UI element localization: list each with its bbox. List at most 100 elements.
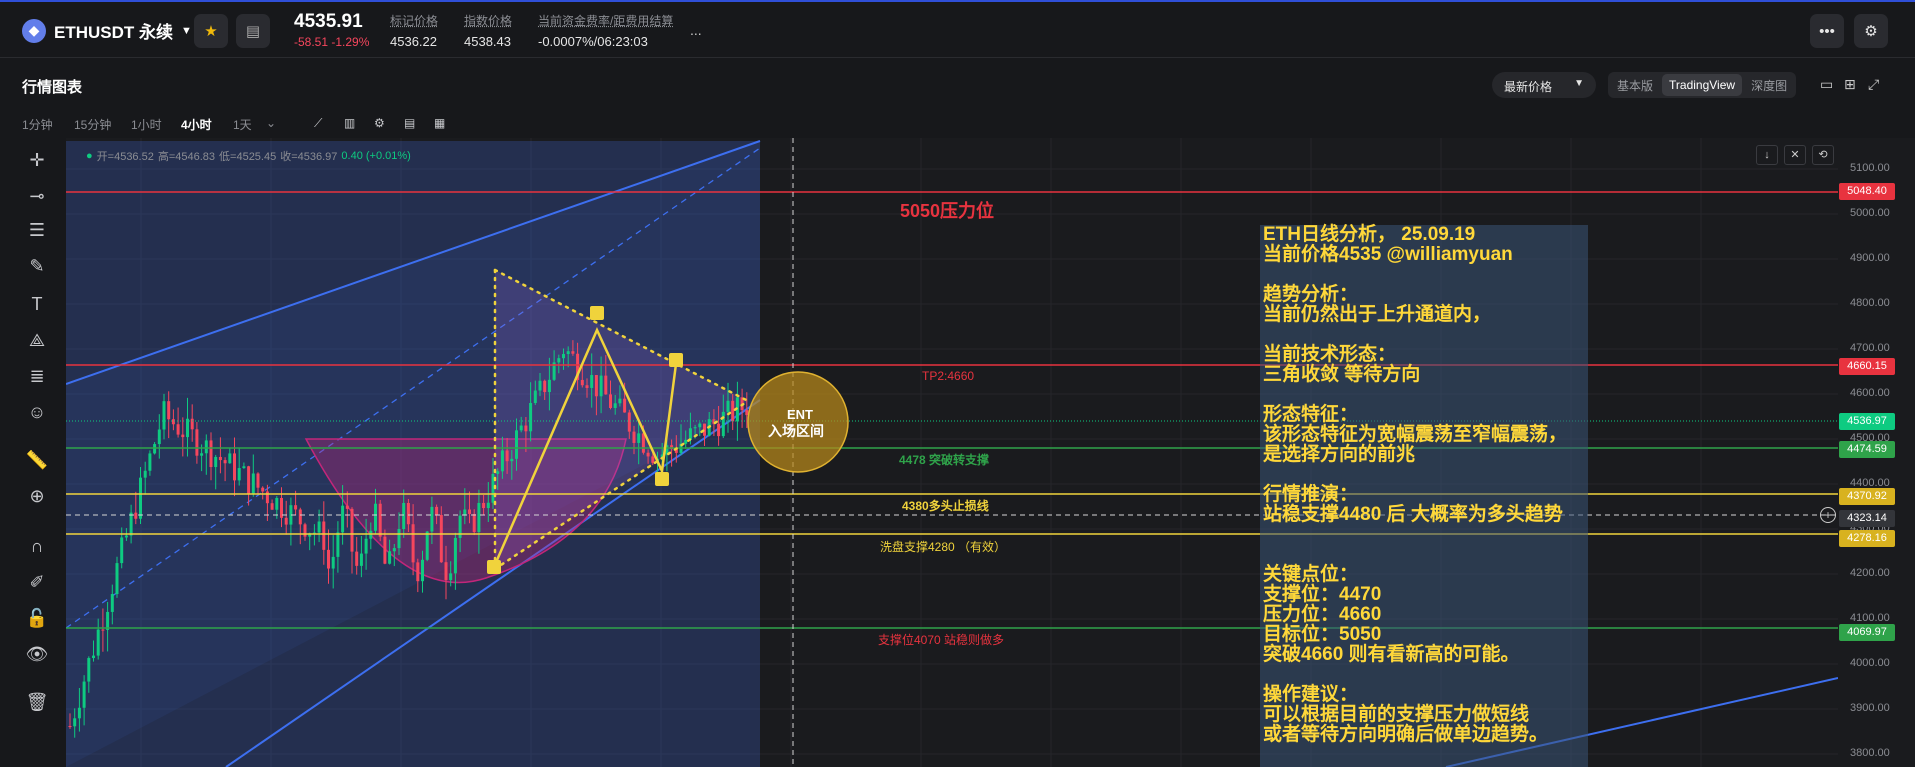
- analysis-line: 是选择方向的前兆: [1263, 444, 1416, 465]
- settings-button[interactable]: ⚙: [1854, 14, 1888, 48]
- price-tick: 4800.00: [1850, 297, 1890, 309]
- candle-body: [594, 375, 598, 397]
- horizontal-line-icon[interactable]: ⊸: [22, 186, 52, 210]
- label-shakeout-4280[interactable]: 洗盘支撑4280 （有效）: [880, 538, 1006, 555]
- analysis-line: [1260, 525, 1588, 545]
- pencil-lock-icon[interactable]: ✐: [22, 572, 52, 596]
- candle-body: [510, 458, 514, 462]
- label-stop-4380[interactable]: 4380多头止损线: [902, 497, 989, 514]
- analysis-lines: ETH日线分析， 25.09.19 当前价格4535 @williamyuan 趋…: [1260, 225, 1588, 745]
- candle-type-icon[interactable]: ▥: [344, 116, 355, 130]
- trash-icon[interactable]: 🗑: [22, 692, 52, 716]
- eye-icon[interactable]: 👁: [22, 644, 52, 668]
- tf-1d[interactable]: 1天: [233, 116, 252, 133]
- analysis-note-box[interactable]: ETH日线分析， 25.09.19 当前价格4535 @williamyuan 趋…: [1260, 225, 1588, 767]
- info-button[interactable]: ▤: [236, 14, 270, 48]
- candle-body: [181, 434, 185, 438]
- candle-body: [294, 505, 298, 510]
- candle-body: [496, 471, 500, 474]
- price-type-select[interactable]: 最新价格 ▼: [1492, 72, 1596, 98]
- brush-icon[interactable]: ✎: [22, 256, 52, 280]
- point-a[interactable]: [487, 560, 501, 574]
- label-support-4070[interactable]: 支撑位4070 站稳则做多: [878, 631, 1004, 648]
- candle-body: [200, 453, 204, 456]
- emoji-icon[interactable]: ☺: [22, 402, 52, 426]
- lock-icon[interactable]: 🔓: [22, 608, 52, 632]
- candle-body: [421, 559, 424, 582]
- candle-body: [566, 351, 570, 355]
- candle-body: [143, 470, 147, 478]
- point-d[interactable]: [669, 353, 683, 367]
- tf-15m[interactable]: 15分钟: [74, 116, 111, 133]
- calendar-icon[interactable]: ▦: [434, 116, 445, 130]
- candle-body: [157, 429, 161, 445]
- ruler-icon[interactable]: 📏: [22, 450, 52, 474]
- candle-body: [505, 450, 509, 462]
- crosshair-icon[interactable]: ✛: [22, 150, 52, 174]
- candle-body: [129, 512, 133, 536]
- candle-body: [82, 681, 86, 708]
- candle-body: [73, 718, 77, 727]
- candle-body: [167, 401, 171, 420]
- candle-body: [472, 513, 476, 533]
- candle-body: [134, 512, 138, 519]
- legend-eye-icon[interactable]: ●: [86, 150, 93, 162]
- magnet-icon[interactable]: ∩: [22, 536, 52, 560]
- tf-1h[interactable]: 1小时: [131, 116, 162, 133]
- candle-body: [101, 629, 105, 631]
- indicator-icon[interactable]: ⟋: [314, 116, 322, 131]
- candle-body: [604, 375, 608, 395]
- analysis-line: 操作建议：: [1263, 684, 1359, 705]
- candle-body: [275, 497, 279, 510]
- collapse-icon[interactable]: ✕: [1784, 145, 1806, 165]
- channel-tool-icon[interactable]: ☰: [22, 220, 52, 244]
- label-resistance-5050[interactable]: 5050压力位: [900, 197, 994, 223]
- candle-body: [411, 524, 415, 563]
- price-change: -58.51 -1.29%: [294, 35, 370, 49]
- candle-body: [580, 379, 584, 386]
- candle-body: [77, 707, 81, 719]
- candle-body: [397, 529, 401, 549]
- analysis-line: [1260, 325, 1588, 345]
- price-label: 4069.97: [1839, 623, 1895, 641]
- pattern-tool-icon[interactable]: ⟁: [22, 330, 52, 354]
- fib-tool-icon[interactable]: ≣: [22, 366, 52, 390]
- analysis-line: 关键点位：: [1263, 564, 1359, 585]
- favorite-button[interactable]: ★: [194, 14, 228, 48]
- timeframe-dropdown-icon[interactable]: ⌄: [266, 116, 276, 130]
- fullscreen-icon[interactable]: ⤢: [1868, 76, 1879, 93]
- tf-4h[interactable]: 4小时: [181, 116, 212, 133]
- zoom-in-icon[interactable]: ⊕: [22, 486, 52, 510]
- tab-depth[interactable]: 深度图: [1744, 73, 1794, 98]
- candle-body: [416, 562, 420, 582]
- point-c[interactable]: [655, 472, 669, 486]
- symbol-selector[interactable]: ◆ ETHUSDT 永续 ▼: [22, 18, 192, 43]
- candle-body: [331, 556, 335, 569]
- tf-1m[interactable]: 1分钟: [22, 116, 53, 133]
- candle-body: [590, 375, 594, 388]
- tab-basic[interactable]: 基本版: [1610, 73, 1660, 98]
- add-alert-icon[interactable]: +: [1820, 507, 1836, 523]
- candle-body: [688, 428, 692, 440]
- candle-body: [341, 505, 345, 533]
- analysis-line: 形态特征：: [1263, 404, 1359, 425]
- candle-body: [486, 502, 490, 509]
- candle-body: [364, 538, 368, 554]
- more-menu-button[interactable]: •••: [1810, 14, 1844, 48]
- label-tp2[interactable]: TP2:4660: [922, 369, 974, 383]
- text-tool-icon[interactable]: T: [22, 294, 52, 318]
- analysis-line: 或者等待方向明确后做单边趋势。: [1263, 724, 1549, 745]
- label-support-4478[interactable]: 4478 突破转支撑: [899, 451, 989, 468]
- candle-body: [92, 655, 95, 659]
- document-icon: ▤: [245, 23, 261, 40]
- reset-icon[interactable]: ⟲: [1812, 145, 1834, 165]
- chart-settings-icon[interactable]: ⚙: [374, 116, 385, 130]
- point-b[interactable]: [590, 306, 604, 320]
- candle-body: [383, 536, 387, 564]
- layout-window-icon[interactable]: ▭: [1820, 76, 1833, 93]
- template-icon[interactable]: ▤: [404, 116, 415, 130]
- more-stats-button[interactable]: ...: [690, 22, 702, 38]
- layout-split-icon[interactable]: ⊞: [1844, 76, 1856, 93]
- scroll-down-icon[interactable]: ↓: [1756, 145, 1778, 165]
- tab-tradingview[interactable]: TradingView: [1662, 74, 1743, 96]
